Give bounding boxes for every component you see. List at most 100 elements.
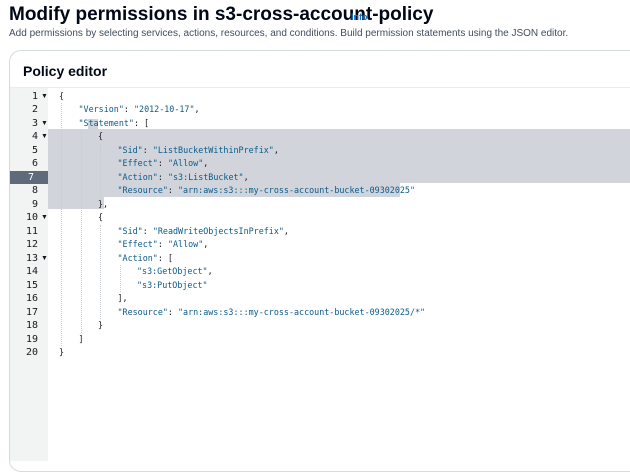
json-punctuation: }	[98, 320, 104, 330]
page-title: Modify permissions in s3-cross-account-p…	[9, 4, 434, 25]
code-text: ]	[79, 333, 84, 347]
code-line[interactable]: 11 "Sid": "ReadWriteObjectsInPrefix",	[10, 225, 630, 239]
fold-toggle-icon[interactable]: ▼	[41, 252, 48, 266]
line-number: 13	[25, 252, 38, 264]
code-text: {	[59, 90, 64, 104]
code-text: "Version": "2012-10-17",	[79, 103, 200, 117]
code-text: ],	[118, 292, 128, 306]
code-line[interactable]: 2 "Version": "2012-10-17",	[10, 103, 630, 117]
code-line[interactable]: 18}	[10, 319, 630, 333]
json-string: "s3:PutObject"	[137, 279, 208, 290]
code-line[interactable]: 13 ▼ "Action": [	[10, 252, 630, 266]
code-line[interactable]: 19]	[10, 333, 630, 347]
code-text: },	[98, 198, 108, 212]
line-number: 6	[31, 158, 38, 169]
line-number: 20	[25, 347, 38, 358]
line-number: 8	[31, 185, 38, 196]
code-text: "Resource": "arn:aws:s3:::my-cross-accou…	[118, 184, 416, 198]
json-punctuation: }	[59, 347, 65, 357]
json-string: "arn:aws:s3:::my-cross-account-bucket-09…	[178, 306, 426, 317]
code-text: "Effect": "Allow",	[118, 157, 209, 171]
json-string: "s3:GetObject"	[137, 266, 208, 276]
line-number: 12	[25, 239, 38, 250]
json-punctuation: :	[167, 306, 179, 317]
json-punctuation: {	[59, 90, 65, 101]
line-number: 10	[25, 212, 38, 223]
fold-toggle-icon[interactable]: ▼	[41, 117, 48, 131]
code-line[interactable]: 1 ▼ {	[10, 90, 630, 104]
json-key: "Resource"	[117, 306, 168, 317]
code-line[interactable]: 7 "Action": "s3:ListBucket",	[10, 170, 630, 185]
json-punctuation: :	[157, 171, 168, 182]
code-text: "Sid": "ListBucketWithinPrefix",	[118, 144, 279, 158]
json-punctuation: ]	[78, 333, 84, 344]
json-string: "s3:ListBucket"	[167, 171, 244, 182]
json-punctuation: :	[142, 225, 153, 236]
code-line[interactable]: 5 "Sid": "ListBucketWithinPrefix",	[10, 144, 630, 158]
line-number: 18	[25, 320, 38, 331]
json-punctuation: ,	[273, 144, 279, 155]
code-line[interactable]: 16],	[10, 292, 630, 306]
policy-editor-title: Policy editor	[23, 63, 108, 79]
json-punctuation: : [	[133, 117, 150, 128]
json-key: "Resource"	[117, 185, 168, 195]
code-line[interactable]: 8 "Resource": "arn:aws:s3:::my-cross-acco…	[10, 184, 630, 198]
json-string: "Allow"	[167, 158, 204, 168]
code-line[interactable]: 12 "Effect": "Allow",	[10, 238, 630, 252]
code-line[interactable]: 20}	[10, 346, 630, 360]
page-description: Add permissions by selecting services, a…	[9, 28, 569, 39]
json-key: "Effect"	[117, 239, 158, 249]
json-punctuation: :	[167, 185, 179, 195]
line-number: 17	[25, 306, 38, 318]
line-number: 7	[10, 170, 48, 184]
json-string: "ReadWriteObjectsInPrefix"	[152, 225, 284, 236]
code-line[interactable]: 10 ▼ {	[10, 211, 630, 225]
line-number: 4	[31, 131, 38, 142]
json-punctuation: ,	[194, 104, 200, 114]
code-line[interactable]: 6 "Effect": "Allow",	[10, 157, 630, 171]
code-text: {	[98, 130, 103, 144]
code-text: }	[98, 319, 103, 333]
json-punctuation: :	[123, 104, 134, 114]
code-text: "Action": [	[118, 252, 173, 266]
json-string: "Allow"	[167, 239, 204, 249]
fold-toggle-icon[interactable]: ▼	[41, 211, 48, 225]
line-number: 2	[31, 104, 38, 115]
code-text: "Effect": "Allow",	[118, 238, 209, 252]
line-number: 15	[25, 279, 38, 291]
json-punctuation: ],	[117, 293, 128, 303]
json-punctuation: ,	[203, 158, 209, 168]
code-line[interactable]: 14 "s3:GetObject",	[10, 265, 630, 279]
code-text: "Action": "s3:ListBucket",	[118, 171, 249, 185]
code-text: "Sid": "ReadWriteObjectsInPrefix",	[118, 225, 289, 239]
json-punctuation: :	[157, 158, 168, 168]
line-number: 1	[31, 90, 38, 102]
line-number: 9	[31, 198, 38, 210]
json-key: "Version"	[78, 104, 124, 114]
code-line[interactable]: 9},	[10, 198, 630, 212]
code-text: "s3:PutObject"	[137, 279, 208, 293]
fold-toggle-icon[interactable]: ▼	[41, 90, 48, 104]
code-line[interactable]: 17 "Resource": "arn:aws:s3:::my-cross-acc…	[10, 306, 630, 320]
json-string: "arn:aws:s3:::my-cross-account-bucket-09…	[178, 185, 415, 195]
json-punctuation: : [	[157, 252, 173, 263]
json-code-editor[interactable]: 1 ▼{2 "Version": "2012-10-17", 3 ▼ "Statement…	[10, 87, 630, 461]
line-number: 19	[25, 333, 38, 345]
line-number: 5	[31, 144, 38, 156]
fold-toggle-icon[interactable]: ▼	[41, 130, 48, 144]
json-punctuation: ,	[283, 225, 289, 236]
json-punctuation: ,	[243, 171, 249, 182]
line-number: 14	[25, 266, 38, 277]
json-key: "Sid"	[117, 144, 143, 155]
json-punctuation: {	[98, 212, 104, 222]
code-line[interactable]: 15 "s3:PutObject"	[10, 279, 630, 293]
code-text: "Resource": "arn:aws:s3:::my-cross-accou…	[118, 306, 426, 320]
json-key: "Sid"	[117, 225, 143, 236]
code-line[interactable]: 3 ▼ "Statement": [	[10, 117, 630, 131]
code-text: "s3:GetObject",	[137, 265, 213, 279]
line-number: 3	[31, 117, 38, 129]
code-line[interactable]: 4 ▼ {	[10, 130, 630, 144]
line-number: 11	[25, 225, 38, 237]
json-punctuation: },	[98, 198, 109, 209]
info-link[interactable]: Info	[351, 12, 368, 22]
